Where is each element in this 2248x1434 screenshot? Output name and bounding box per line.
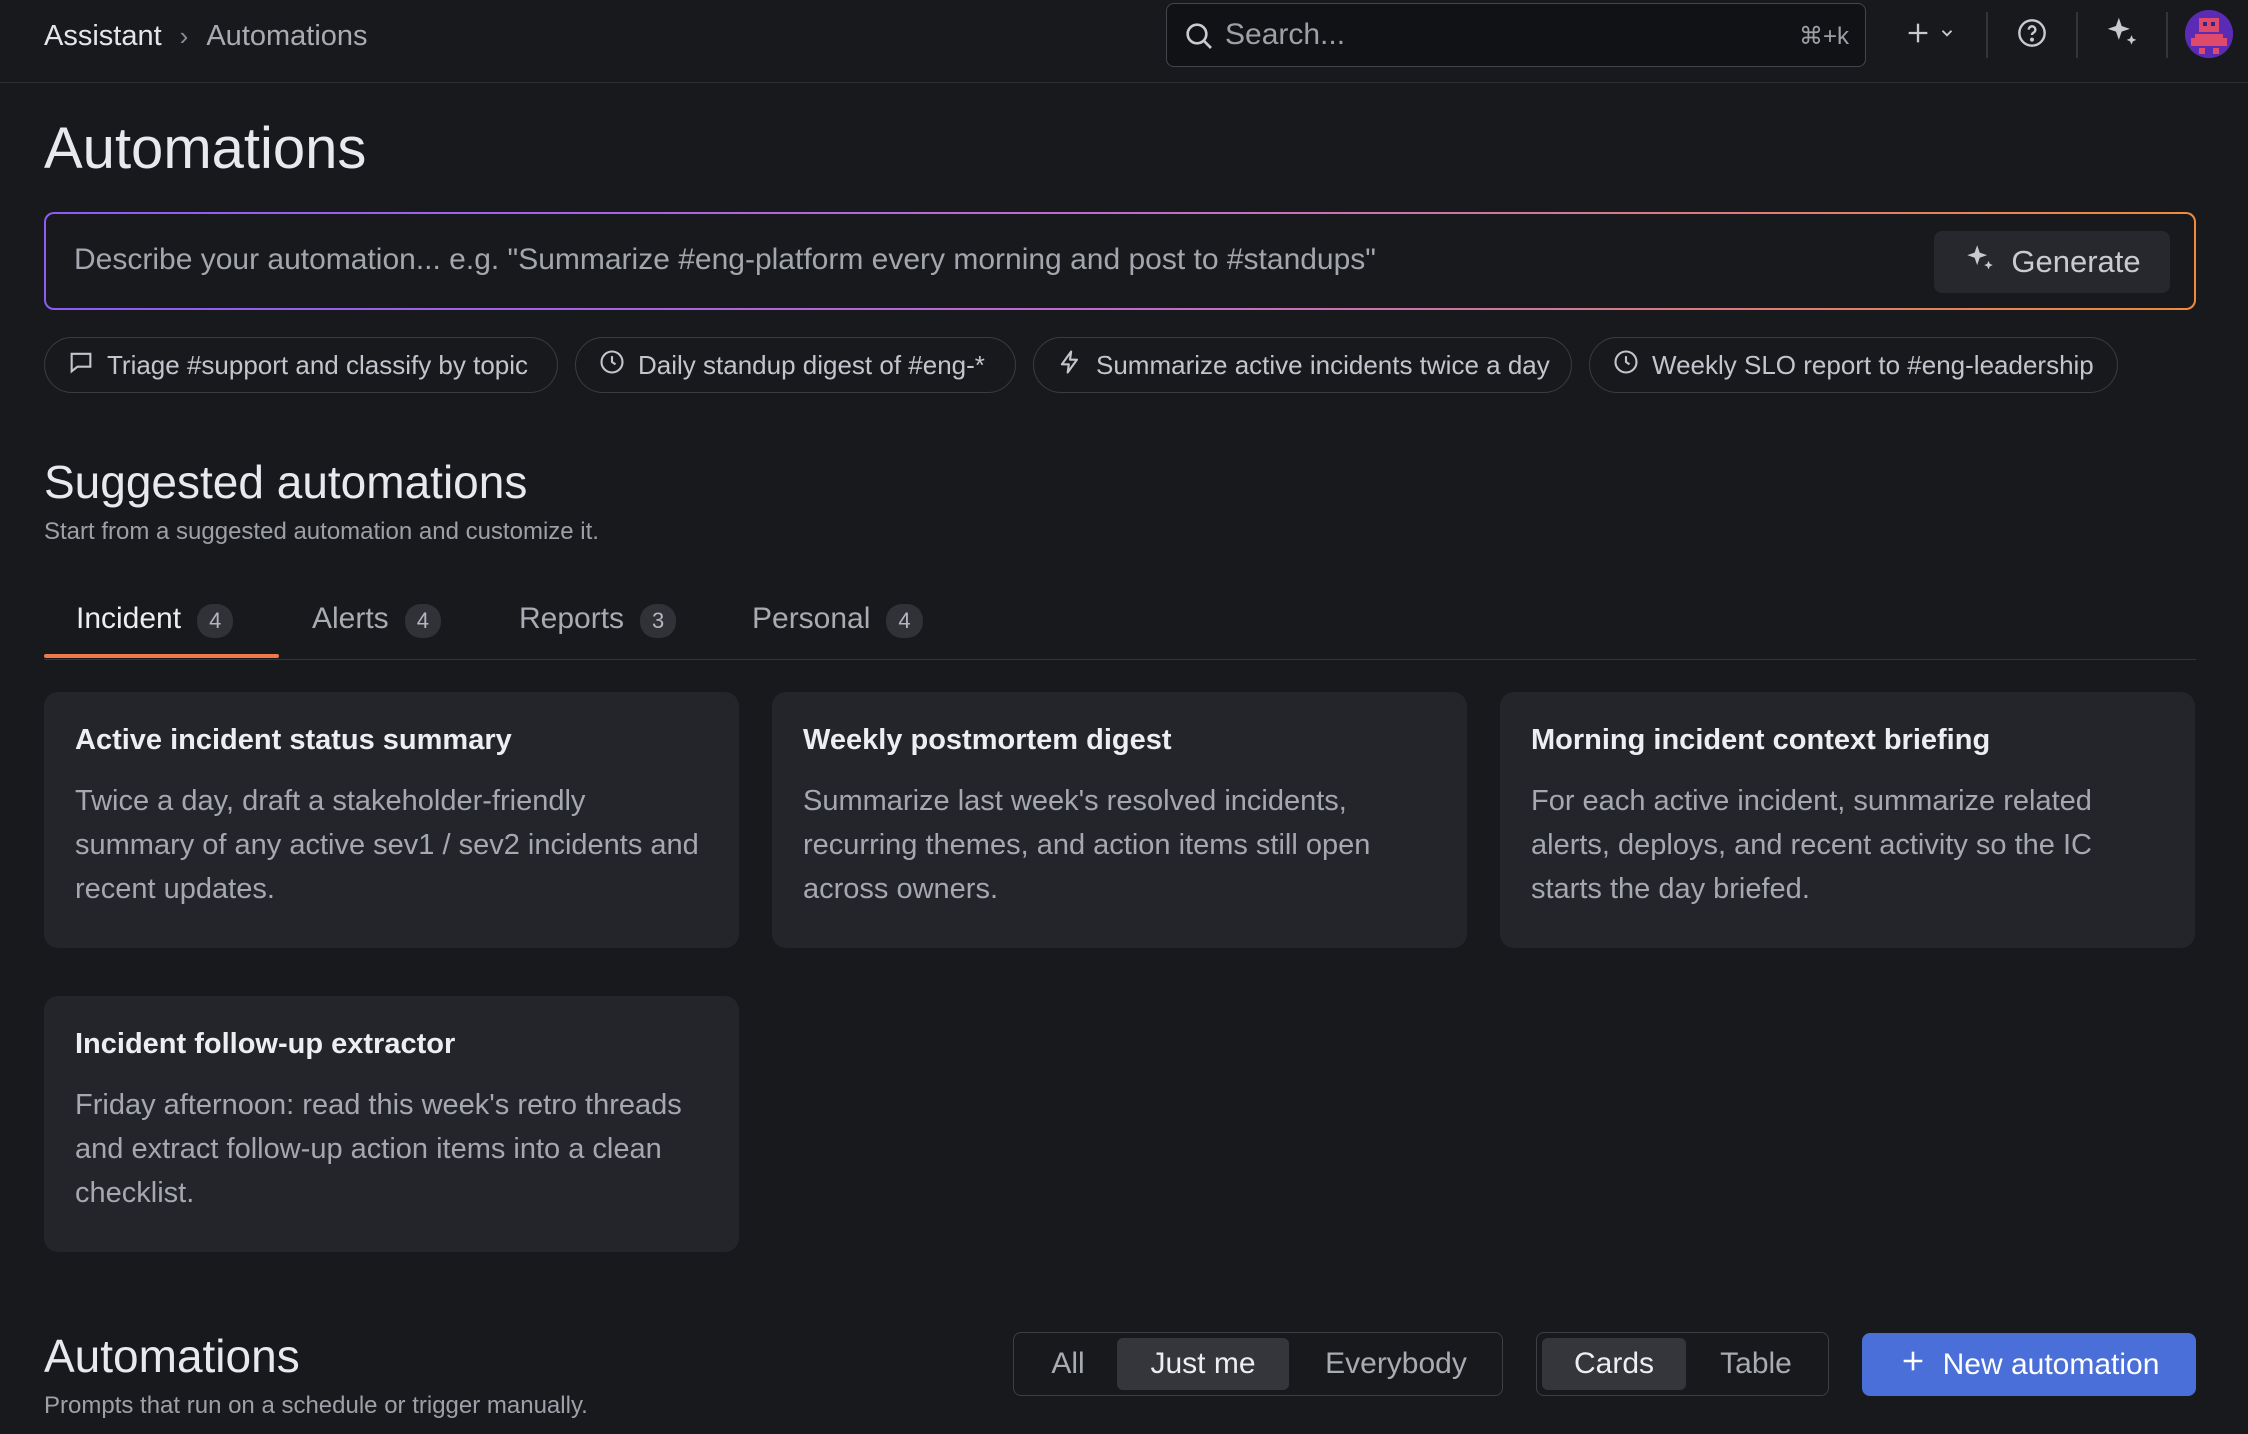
automations-subtitle: Prompts that run on a schedule or trigge… <box>44 1392 588 1419</box>
filter-just-me[interactable]: Just me <box>1117 1338 1289 1390</box>
view-table[interactable]: Table <box>1689 1338 1823 1390</box>
tab-label: Personal <box>752 602 871 635</box>
new-automation-label: New automation <box>1942 1347 2160 1381</box>
ai-assistant-button[interactable] <box>2100 12 2144 56</box>
quick-chip[interactable]: Summarize active incidents twice a day <box>1033 337 1572 393</box>
count-badge: 4 <box>197 604 234 638</box>
active-tab-indicator <box>44 654 279 658</box>
create-menu-button[interactable] <box>1894 14 1966 56</box>
toolbar-divider <box>2166 12 2168 58</box>
search-shortcut: ⌘+k <box>1798 23 1849 50</box>
breadcrumb-root[interactable]: Assistant <box>44 16 162 56</box>
quick-chip[interactable]: Daily standup digest of #eng-* <box>575 337 1016 393</box>
tab-reports[interactable]: Reports 3 <box>519 602 677 660</box>
automation-generator: Describe your automation... e.g. "Summar… <box>44 212 2196 310</box>
count-badge: 3 <box>640 604 677 638</box>
chat-icon <box>67 348 95 383</box>
card-description: Twice a day, draft a stakeholder-friendl… <box>75 785 699 905</box>
suggestion-card[interactable]: Morning incident context briefing For ea… <box>1500 692 2195 948</box>
tab-personal[interactable]: Personal 4 <box>752 602 923 660</box>
breadcrumb: Assistant › Automations <box>44 16 368 56</box>
top-bar: Assistant › Automations Search... ⌘+k <box>0 0 2248 83</box>
suggested-title: Suggested automations <box>44 456 528 508</box>
plus-icon <box>1899 1347 1927 1383</box>
automation-prompt-input[interactable]: Describe your automation... e.g. "Summar… <box>74 243 1376 277</box>
sparkle-icon <box>1963 241 1997 283</box>
suggestion-card[interactable]: Weekly postmortem digest Summarize last … <box>772 692 1467 948</box>
tab-alerts[interactable]: Alerts 4 <box>312 602 441 660</box>
tab-label: Reports <box>519 602 625 635</box>
card-title: Incident follow-up extractor <box>75 1028 456 1060</box>
help-icon <box>2016 17 2048 54</box>
search-input[interactable]: Search... ⌘+k <box>1166 3 1866 67</box>
search-placeholder: Search... <box>1225 18 1346 51</box>
count-badge: 4 <box>404 604 441 638</box>
breadcrumb-separator: › <box>179 21 189 51</box>
suggested-subtitle: Start from a suggested automation and cu… <box>44 518 599 545</box>
owner-filter: All Just me Everybody <box>1013 1332 1503 1396</box>
tab-incident[interactable]: Incident 4 <box>76 602 234 660</box>
tab-label: Alerts <box>312 602 389 635</box>
suggestion-card[interactable]: Active incident status summary Twice a d… <box>44 692 739 948</box>
generate-button-label: Generate <box>2011 244 2141 279</box>
quick-chip-label: Weekly SLO report to #eng-leadership <box>1652 349 2094 380</box>
card-description: Friday afternoon: read this week's retro… <box>75 1089 682 1209</box>
page-title: Automations <box>44 116 367 181</box>
card-description: For each active incident, summarize rela… <box>1531 785 2092 905</box>
quick-chip[interactable]: Triage #support and classify by topic <box>44 337 558 393</box>
card-description: Summarize last week's resolved incidents… <box>803 785 1371 905</box>
generate-button[interactable]: Generate <box>1934 231 2170 293</box>
plus-icon <box>1904 19 1932 52</box>
card-title: Active incident status summary <box>75 724 512 756</box>
tab-label: Incident <box>76 602 182 635</box>
clock-icon <box>598 348 626 383</box>
quick-chip-label: Summarize active incidents twice a day <box>1096 349 1550 380</box>
automations-title: Automations <box>44 1330 300 1382</box>
view-toggle: Cards Table <box>1536 1332 1829 1396</box>
search-icon <box>1183 20 1215 57</box>
new-automation-button[interactable]: New automation <box>1862 1333 2196 1396</box>
clock-icon <box>1612 348 1640 383</box>
card-title: Weekly postmortem digest <box>803 724 1172 756</box>
card-title: Morning incident context briefing <box>1531 724 1991 756</box>
quick-chip-label: Daily standup digest of #eng-* <box>638 349 985 380</box>
filter-all[interactable]: All <box>1020 1338 1116 1390</box>
sparkle-icon <box>2103 13 2141 56</box>
view-cards[interactable]: Cards <box>1542 1338 1686 1390</box>
filter-everybody[interactable]: Everybody <box>1296 1338 1496 1390</box>
toolbar-divider <box>1986 12 1988 58</box>
quick-chip[interactable]: Weekly SLO report to #eng-leadership <box>1589 337 2118 393</box>
chevron-down-icon <box>1938 24 1956 47</box>
category-tabs: Incident 4 Alerts 4 Reports 3 Personal 4 <box>44 590 2196 660</box>
help-button[interactable] <box>2012 14 2052 56</box>
bolt-icon <box>1056 348 1084 383</box>
avatar[interactable] <box>2185 10 2233 58</box>
toolbar-divider <box>2076 12 2078 58</box>
count-badge: 4 <box>886 604 923 638</box>
breadcrumb-current: Automations <box>206 20 368 52</box>
suggestion-card[interactable]: Incident follow-up extractor Friday afte… <box>44 996 739 1252</box>
quick-chip-label: Triage #support and classify by topic <box>107 349 529 380</box>
